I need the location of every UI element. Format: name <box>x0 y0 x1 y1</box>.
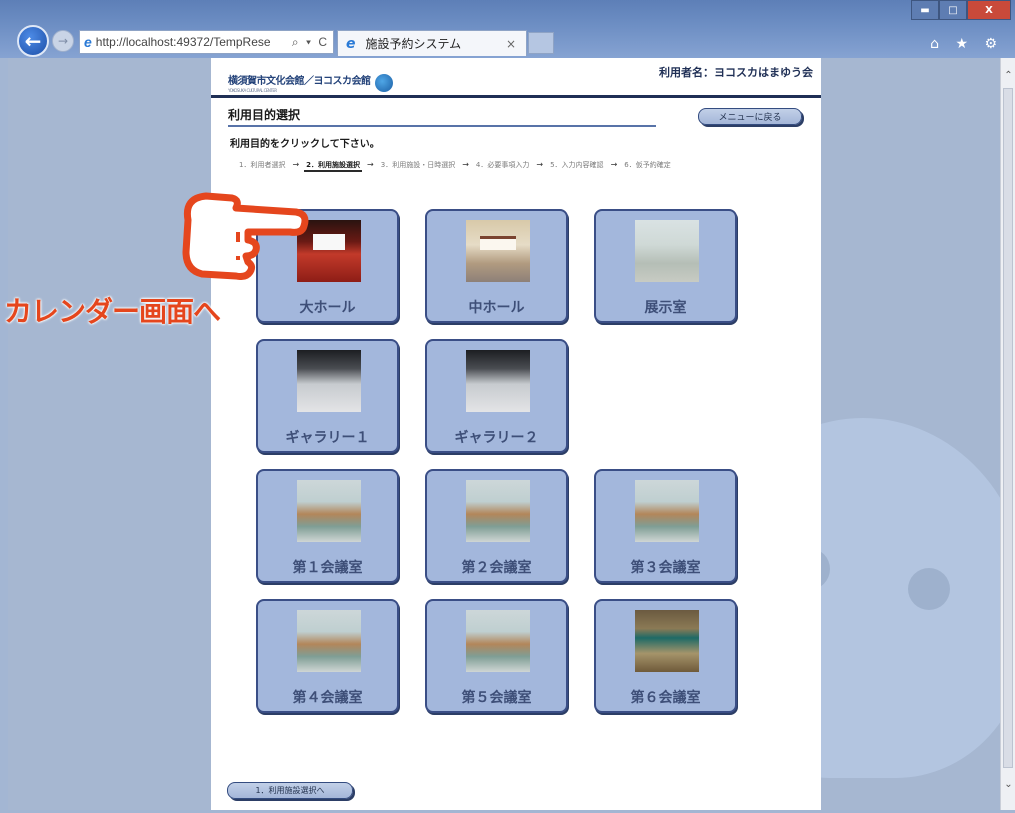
back-button[interactable]: ← <box>17 25 49 57</box>
facility-photo <box>466 480 530 542</box>
page-title: 利用目的選択 <box>228 108 301 122</box>
scroll-down-icon[interactable]: ⌄ <box>1001 779 1015 794</box>
back-arrow-icon: ← <box>24 29 42 53</box>
facility-label: 第６会議室 <box>630 690 701 706</box>
facility-label: 中ホール <box>468 300 525 316</box>
window-controls: ▬ □ X <box>911 0 1011 20</box>
header-divider <box>211 95 821 98</box>
facility-tile-gallery-1[interactable]: ギャラリー１ <box>256 339 399 453</box>
site-logo[interactable]: 横須賀市文化会館／ヨコスカ会館 YOKOSUKA CULTURAL CENTER <box>228 72 393 93</box>
facility-tile-meeting-room-3[interactable]: 第３会議室 <box>594 469 737 583</box>
scroll-up-icon[interactable]: ⌃ <box>1001 70 1015 85</box>
facility-tile-meeting-room-5[interactable]: 第５会議室 <box>425 599 568 713</box>
facility-photo <box>635 480 699 542</box>
step-arrow-icon: → <box>367 160 374 169</box>
back-to-menu-button[interactable]: メニューに戻る <box>698 108 802 125</box>
browser-tab[interactable]: e 施設予約システム × <box>337 30 527 56</box>
facility-photo <box>466 220 530 282</box>
browser-titlebar: ← → e http://localhost:49372/TempRese ⌕ … <box>0 0 1015 58</box>
step-progress: 1．利用者選択 → 2．利用施設選択 → 3．利用施設・日時選択 → 4．必要事… <box>237 160 673 172</box>
tab-close-icon[interactable]: × <box>506 37 516 51</box>
step-4: 4．必要事項入力 <box>475 161 530 169</box>
tab-title: 施設予約システム <box>365 37 462 51</box>
scroll-thumb[interactable] <box>1003 88 1013 768</box>
step-5: 5．入力内容確認 <box>550 161 604 169</box>
page-content: 横須賀市文化会館／ヨコスカ会館 YOKOSUKA CULTURAL CENTER… <box>211 58 821 810</box>
ie-icon: e <box>346 35 356 52</box>
step-arrow-icon: → <box>462 160 469 169</box>
step-arrow-icon: → <box>536 160 544 169</box>
instruction-text: 利用目的をクリックして下さい。 <box>230 139 380 150</box>
facility-photo <box>635 610 699 672</box>
url-text: http://localhost:49372/TempRese <box>95 35 271 49</box>
step-2-active: 2．利用施設選択 <box>304 160 363 172</box>
facility-label: 第１会議室 <box>292 560 363 576</box>
vertical-scrollbar[interactable]: ⌃ ⌄ <box>1000 58 1015 810</box>
step-arrow-icon: → <box>292 160 300 169</box>
title-underline <box>228 125 656 127</box>
facility-label: 第３会議室 <box>630 560 701 576</box>
toolbar-icons[interactable]: ⌂ ★ ⚙ <box>930 36 1003 52</box>
facility-photo <box>635 220 699 282</box>
step-1: 1．利用者選択 <box>239 161 286 169</box>
username-label: 利用者名：ヨコスカはまゆう会 <box>659 66 813 79</box>
facility-label: ギャラリー１ <box>285 430 370 446</box>
facility-photo <box>297 480 361 542</box>
address-bar[interactable]: e http://localhost:49372/TempRese ⌕ ▾ C <box>79 30 334 54</box>
maximize-button[interactable]: □ <box>939 0 967 20</box>
ie-icon: e <box>84 34 92 50</box>
logo-mark-icon <box>374 73 393 92</box>
step-3: 3．利用施設・日時選択 <box>380 161 456 169</box>
facility-label: 第５会議室 <box>461 690 532 706</box>
step-6: 6．仮予約確定 <box>624 161 671 169</box>
address-controls[interactable]: ⌕ ▾ C <box>292 35 333 50</box>
facility-label: ギャラリー２ <box>454 430 539 446</box>
facility-photo <box>466 350 530 412</box>
facility-label: 大ホール <box>299 300 356 316</box>
facility-tile-meeting-room-2[interactable]: 第２会議室 <box>425 469 568 583</box>
facility-tile-meeting-room-6[interactable]: 第６会議室 <box>594 599 737 713</box>
forward-button[interactable]: → <box>52 30 74 52</box>
pointing-hand-icon <box>182 192 309 280</box>
facility-tile-exhibition-room[interactable]: 展示室 <box>594 209 737 323</box>
mascot-eye <box>908 568 950 610</box>
facility-label: 展示室 <box>644 300 687 316</box>
facility-tile-meeting-room-4[interactable]: 第４会議室 <box>256 599 399 713</box>
minimize-button[interactable]: ▬ <box>911 0 939 20</box>
facility-photo <box>466 610 530 672</box>
back-to-facility-selection-button[interactable]: 1．利用施設選択へ <box>227 782 353 799</box>
close-button[interactable]: X <box>967 0 1011 20</box>
facility-photo <box>297 610 361 672</box>
annotation-text: カレンダー画面へ <box>4 295 221 328</box>
step-arrow-icon: → <box>610 160 618 169</box>
logo-subtext: YOKOSUKA CULTURAL CENTER <box>228 88 277 93</box>
logo-text: 横須賀市文化会館／ヨコスカ会館 YOKOSUKA CULTURAL CENTER <box>228 76 371 93</box>
facility-tile-gallery-2[interactable]: ギャラリー２ <box>425 339 568 453</box>
facility-label: 第２会議室 <box>461 560 532 576</box>
facility-tile-middle-hall[interactable]: 中ホール <box>425 209 568 323</box>
new-tab-button[interactable] <box>528 32 554 54</box>
facility-tile-meeting-room-1[interactable]: 第１会議室 <box>256 469 399 583</box>
forward-arrow-icon: → <box>57 34 69 48</box>
facility-label: 第４会議室 <box>292 690 363 706</box>
facility-photo <box>297 350 361 412</box>
